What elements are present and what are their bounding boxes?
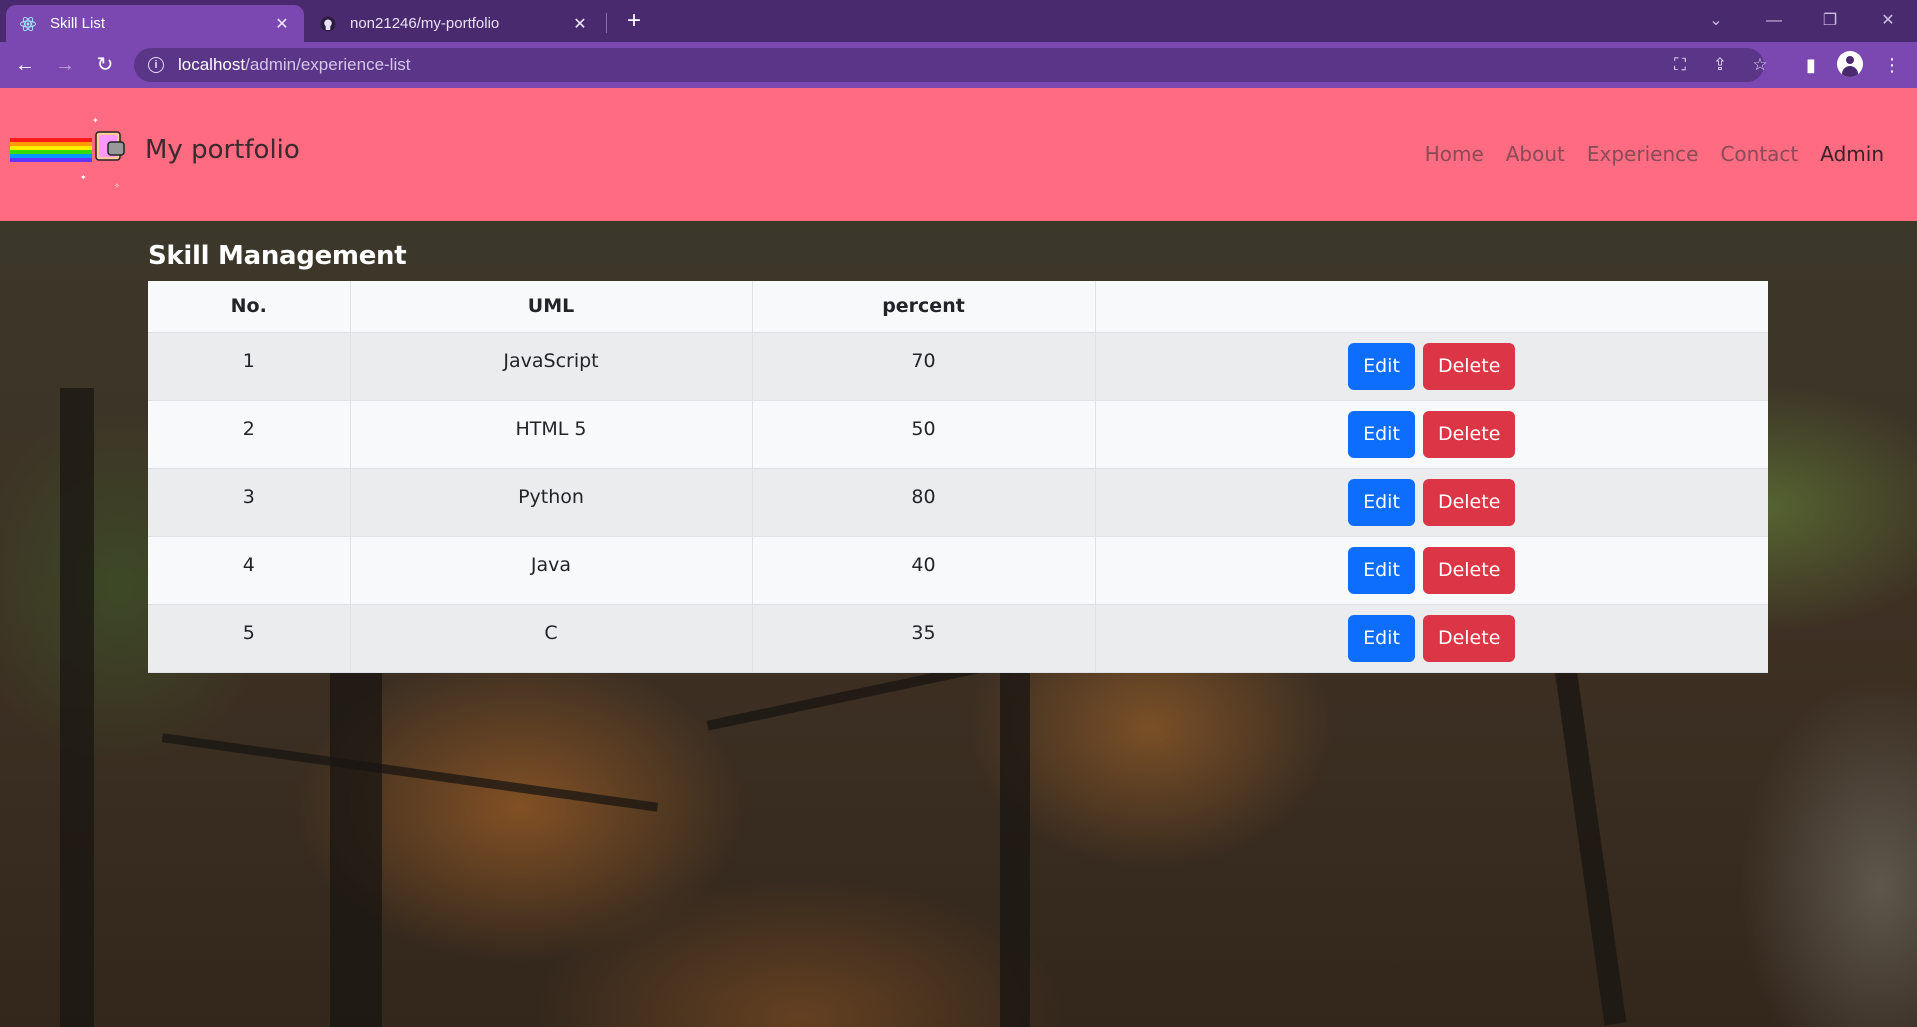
cell-no: 3 <box>148 468 351 537</box>
browser-tab-bar: Skill List ✕ non21246/my-portfolio ✕ + ⌄… <box>0 0 1917 42</box>
address-bar[interactable]: i localhost/admin/experience-list <box>134 48 1764 82</box>
minimize-icon[interactable]: — <box>1754 6 1794 36</box>
table-row: 4 Java 40 Edit Delete <box>148 536 1768 605</box>
cell-skill-name: HTML 5 <box>350 400 753 469</box>
brand-name[interactable]: My portfolio <box>145 135 300 165</box>
cell-actions: Edit Delete <box>1095 468 1768 537</box>
svg-text:✦: ✦ <box>80 173 87 182</box>
column-header-percent: percent <box>752 281 1096 333</box>
edit-button[interactable]: Edit <box>1348 342 1415 390</box>
share-icon[interactable]: ⇪ <box>1703 48 1737 82</box>
cell-no: 5 <box>148 604 351 673</box>
url-host: localhost <box>178 55 246 74</box>
delete-button[interactable]: Delete <box>1422 342 1516 390</box>
nyan-cat-logo[interactable]: ✦ ✦ ✧ <box>10 108 128 200</box>
browser-toolbar: ← → ↻ i localhost/admin/experience-list … <box>0 42 1917 88</box>
column-header-no: No. <box>148 281 351 333</box>
table-row: 1 JavaScript 70 Edit Delete <box>148 332 1768 401</box>
url-path: /admin/experience-list <box>245 55 411 74</box>
skills-table: No. UML percent 1 JavaScript 70 Edit Del… <box>148 281 1768 673</box>
delete-button[interactable]: Delete <box>1422 410 1516 458</box>
cell-actions: Edit Delete <box>1095 604 1768 673</box>
svg-text:✧: ✧ <box>114 182 120 190</box>
close-tab-icon[interactable]: ✕ <box>570 14 590 34</box>
nav-links: Home About Experience Contact Admin <box>1414 142 1895 166</box>
cell-skill-name: C <box>350 604 753 673</box>
tab-title: non21246/my-portfolio <box>350 15 500 32</box>
profile-avatar-icon[interactable] <box>1837 51 1863 77</box>
github-icon <box>318 14 338 34</box>
edit-button[interactable]: Edit <box>1348 546 1415 594</box>
cell-no: 1 <box>148 332 351 401</box>
nav-link-home[interactable]: Home <box>1414 142 1495 166</box>
cell-percent: 35 <box>752 604 1096 673</box>
nav-link-contact[interactable]: Contact <box>1709 142 1809 166</box>
cell-skill-name: Java <box>350 536 753 605</box>
tab-search-icon[interactable]: ⌄ <box>1696 6 1736 36</box>
cell-skill-name: JavaScript <box>350 332 753 401</box>
edit-button[interactable]: Edit <box>1348 614 1415 662</box>
cell-actions: Edit Delete <box>1095 332 1768 401</box>
bookmark-star-icon[interactable]: ☆ <box>1743 48 1777 82</box>
page-title: Skill Management <box>148 241 407 271</box>
close-window-icon[interactable]: ✕ <box>1868 6 1908 36</box>
svg-text:✦: ✦ <box>92 116 99 125</box>
cell-percent: 50 <box>752 400 1096 469</box>
tab-skill-list[interactable]: Skill List ✕ <box>6 5 304 42</box>
back-icon[interactable]: ← <box>9 49 41 81</box>
nav-link-about[interactable]: About <box>1495 142 1576 166</box>
tab-title: Skill List <box>50 15 106 32</box>
table-row: 3 Python 80 Edit Delete <box>148 468 1768 537</box>
menu-icon[interactable]: ⋮ <box>1876 49 1908 81</box>
side-panel-icon[interactable]: ▮ <box>1795 49 1827 81</box>
table-header-row: No. UML percent <box>148 281 1768 333</box>
nav-link-experience[interactable]: Experience <box>1576 142 1710 166</box>
close-tab-icon[interactable]: ✕ <box>272 14 292 34</box>
edit-button[interactable]: Edit <box>1348 478 1415 526</box>
table-row: 5 C 35 Edit Delete <box>148 604 1768 673</box>
cell-no: 2 <box>148 400 351 469</box>
cell-actions: Edit Delete <box>1095 536 1768 605</box>
cell-actions: Edit Delete <box>1095 400 1768 469</box>
restore-icon[interactable]: ❐ <box>1810 6 1850 36</box>
cell-percent: 70 <box>752 332 1096 401</box>
reload-icon[interactable]: ↻ <box>89 49 121 81</box>
column-header-uml: UML <box>350 281 753 333</box>
cell-percent: 40 <box>752 536 1096 605</box>
forward-icon[interactable]: → <box>49 49 81 81</box>
react-icon <box>18 14 38 34</box>
edit-button[interactable]: Edit <box>1348 410 1415 458</box>
cell-skill-name: Python <box>350 468 753 537</box>
nav-link-admin[interactable]: Admin <box>1809 142 1895 166</box>
site-info-icon[interactable]: i <box>148 57 164 73</box>
new-tab-icon[interactable]: + <box>620 8 648 36</box>
delete-button[interactable]: Delete <box>1422 546 1516 594</box>
delete-button[interactable]: Delete <box>1422 614 1516 662</box>
tab-separator <box>606 13 607 33</box>
table-row: 2 HTML 5 50 Edit Delete <box>148 400 1768 469</box>
delete-button[interactable]: Delete <box>1422 478 1516 526</box>
cell-no: 4 <box>148 536 351 605</box>
column-header-actions <box>1095 281 1768 333</box>
tab-github[interactable]: non21246/my-portfolio ✕ <box>306 5 602 42</box>
cell-percent: 80 <box>752 468 1096 537</box>
translate-icon[interactable]: ⛶ <box>1663 48 1697 82</box>
